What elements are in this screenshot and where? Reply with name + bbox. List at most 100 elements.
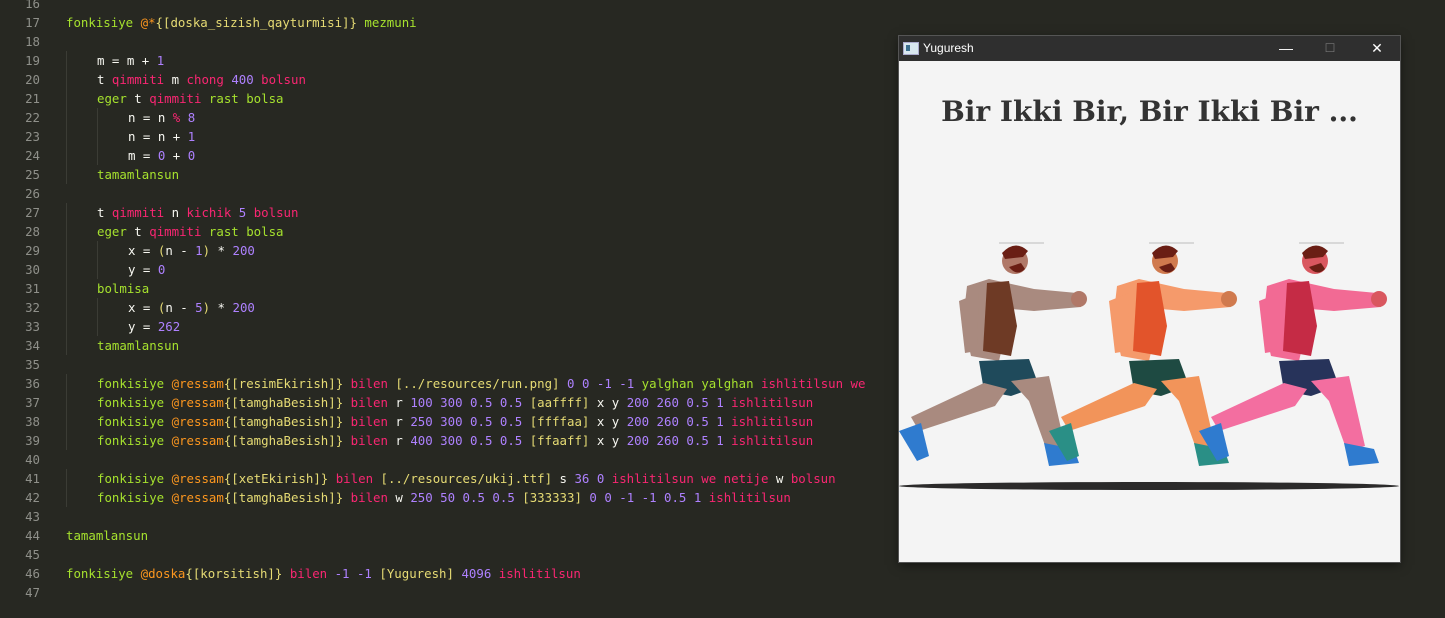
indent-guide: [66, 108, 67, 127]
code-text: n = n % 8: [128, 108, 195, 127]
code-token: [ffaaff]: [529, 433, 590, 448]
code-text: eger t qimmiti rast bolsa: [97, 222, 284, 241]
line-number: 18: [25, 34, 40, 49]
code-token: w: [387, 490, 411, 505]
code-token: r: [387, 433, 411, 448]
line-number: 19: [25, 53, 40, 68]
code-token: fonkisiye: [97, 433, 172, 448]
code-text: y = 262: [128, 317, 180, 336]
code-token: 250 50 0.5 0.5: [410, 490, 515, 505]
code-token: t: [126, 224, 150, 239]
code-token: [../resources/ukij.ttf]: [380, 471, 553, 486]
code-token: qimmiti: [149, 91, 202, 106]
code-token: {[xetEkirish]}: [223, 471, 329, 486]
code-token: {[doska_sizish_qayturmisi]}: [155, 15, 357, 30]
line-number: 41: [25, 471, 40, 486]
code-token: 400: [231, 72, 254, 87]
indent-guide: [97, 146, 98, 165]
maximize-button[interactable]: ☐: [1307, 36, 1353, 61]
line-number: 44: [25, 528, 40, 543]
code-token: n -: [165, 243, 196, 258]
close-button[interactable]: ✕: [1354, 36, 1400, 61]
yuguresh-window: Yuguresh — ☐ ✕ Bir Ikki Bir, Bir Ikki Bi…: [899, 36, 1400, 562]
indent-guide: [66, 127, 67, 146]
code-token: ishlitilsun: [723, 395, 814, 410]
code-token: bilen: [343, 433, 388, 448]
code-token: 200 260 0.5 1: [626, 414, 724, 429]
indent-guide: [97, 260, 98, 279]
line-number: 33: [25, 319, 40, 334]
indent-guide: [66, 431, 67, 450]
code-token: n: [164, 205, 187, 220]
line-number: 24: [25, 148, 40, 163]
indent-guide: [66, 393, 67, 412]
code-token: r: [387, 395, 411, 410]
indent-guide: [66, 469, 67, 488]
code-text: fonkisiye @ressam{[resimEkirish]} bilen …: [97, 374, 865, 393]
code-token: rast bolsa: [208, 224, 284, 239]
line-number: 39: [25, 433, 40, 448]
code-token: tamamlansun: [97, 338, 180, 353]
drawing-canvas: Bir Ikki Bir, Bir Ikki Bir ...: [899, 61, 1400, 562]
indent-guide: [66, 89, 67, 108]
code-text: n = n + 1: [128, 127, 195, 146]
code-token: 1: [156, 53, 165, 68]
code-token: w: [768, 471, 791, 486]
code-text: bolmisa: [97, 279, 149, 298]
indent-guide: [66, 412, 67, 431]
indent-guide: [97, 241, 98, 260]
code-token: 36 0: [574, 471, 605, 486]
indent-guide: [66, 203, 67, 222]
code-token: 400 300 0.5 0.5: [410, 433, 523, 448]
banner-text: Bir Ikki Bir, Bir Ikki Bir ...: [941, 95, 1358, 128]
line-number: 32: [25, 300, 40, 315]
code-token: bilen: [343, 490, 388, 505]
code-token: -1 -1: [334, 566, 372, 581]
line-number: 35: [25, 357, 40, 372]
code-text: fonkisiye @ressam{[tamghaBesish]} bilen …: [97, 431, 813, 450]
code-token: y =: [128, 262, 158, 277]
code-token: x y: [589, 414, 627, 429]
code-token: 200 260 0.5 1: [626, 395, 724, 410]
code-text: x = (n - 1) * 200: [128, 241, 255, 260]
code-token: [../resources/run.png]: [395, 376, 560, 391]
code-token: 100 300 0.5 0.5: [410, 395, 523, 410]
code-token: 0: [187, 148, 196, 163]
code-text: tamamlansun: [97, 336, 179, 355]
code-text: fonkisiye @*{[doska_sizish_qayturmisi]} …: [66, 13, 417, 32]
code-token: -1: [596, 376, 612, 391]
window-titlebar[interactable]: Yuguresh — ☐ ✕: [899, 36, 1400, 61]
code-token: 1: [187, 129, 196, 144]
code-token: bilen: [328, 471, 381, 486]
code-token: 1: [195, 243, 203, 258]
code-text: t qimmiti n kichik 5 bolsun: [97, 203, 298, 222]
code-token: [ffffaa]: [529, 414, 590, 429]
line-number: 46: [25, 566, 40, 581]
code-token: @ressam: [171, 433, 224, 448]
code-token: bolmisa: [97, 281, 150, 296]
code-text: m = m + 1: [97, 51, 164, 70]
line-number: 26: [25, 186, 40, 201]
code-token: chong: [186, 72, 224, 87]
code-text: fonkisiye @doska{[korsitish]} bilen -1 -…: [66, 564, 581, 583]
indent-guide: [66, 317, 67, 336]
code-token: ): [202, 243, 211, 258]
code-token: kichik: [186, 205, 232, 220]
minimize-button[interactable]: —: [1263, 36, 1309, 61]
code-token: m: [164, 72, 187, 87]
line-number: 23: [25, 129, 40, 144]
code-token: bolsun: [261, 72, 306, 87]
code-token: 0: [157, 262, 166, 277]
line-number: 28: [25, 224, 40, 239]
code-token: x =: [128, 300, 158, 315]
code-text: y = 0: [128, 260, 165, 279]
code-token: -1: [619, 376, 635, 391]
code-token: ishlitilsun: [723, 414, 814, 429]
line-number: 42: [25, 490, 40, 505]
code-token: 5: [195, 300, 203, 315]
